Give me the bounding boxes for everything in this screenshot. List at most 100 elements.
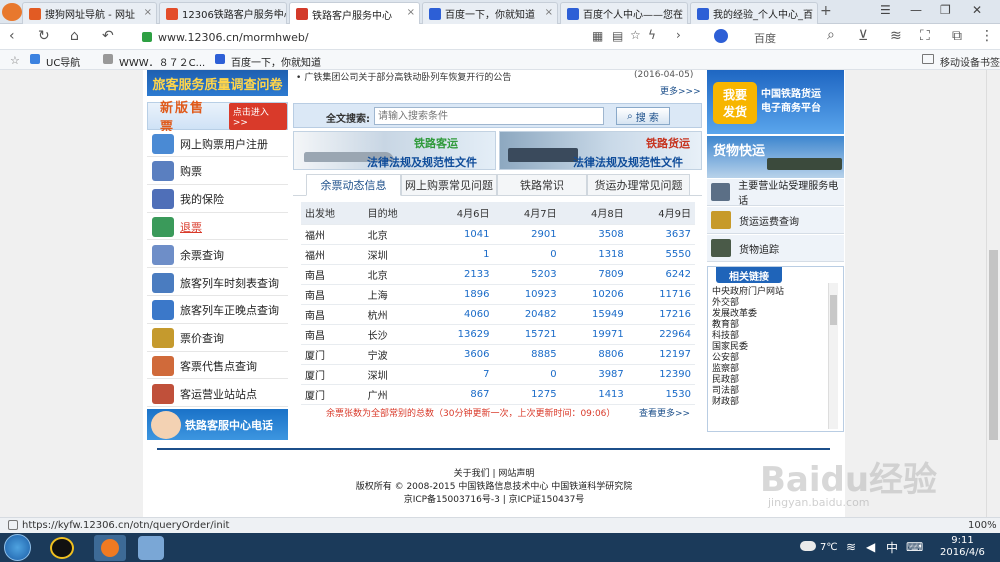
table-cell-count[interactable]: 19971 bbox=[560, 324, 628, 345]
reader-icon[interactable]: ▤ bbox=[612, 29, 623, 43]
survey-banner[interactable]: 旅客服务质量调查问卷 bbox=[147, 70, 288, 96]
table-cell-count[interactable]: 12390 bbox=[627, 364, 695, 385]
customer-service-banner[interactable]: 铁路客服中心电话 bbox=[147, 409, 288, 440]
maximize-icon[interactable]: ❐ bbox=[940, 3, 951, 17]
links-scroll-thumb[interactable] bbox=[830, 295, 837, 325]
left-menu-item[interactable]: 旅客列车时刻表查询 bbox=[147, 270, 288, 296]
table-cell-count[interactable]: 1041 bbox=[426, 224, 494, 245]
left-menu-item[interactable]: 退票 bbox=[147, 214, 288, 241]
table-cell-count[interactable]: 15949 bbox=[560, 304, 628, 325]
bookmark-star-icon[interactable]: ☆ bbox=[10, 54, 20, 67]
related-link[interactable]: 财政部 bbox=[712, 397, 828, 408]
related-link[interactable]: 公安部 bbox=[712, 353, 828, 364]
tab-railway-knowledge[interactable]: 铁路常识 bbox=[497, 174, 587, 196]
footer-links[interactable]: 关于我们 | 网站声明 bbox=[143, 468, 845, 481]
table-cell-count[interactable]: 1896 bbox=[426, 284, 494, 305]
related-link[interactable]: 民政部 bbox=[712, 375, 828, 386]
url-bar[interactable]: www.12306.cn/mormhweb/ bbox=[142, 27, 582, 47]
tab-remaining-tickets[interactable]: 余票动态信息 bbox=[306, 174, 401, 196]
table-cell-count[interactable]: 8806 bbox=[560, 344, 628, 365]
table-cell-count[interactable]: 12197 bbox=[627, 344, 695, 365]
tab-online-faq[interactable]: 网上购票常见问题 bbox=[401, 174, 497, 196]
new-tab-button[interactable]: + bbox=[820, 3, 832, 19]
search-button[interactable]: ⌕ 搜 索 bbox=[616, 107, 670, 125]
links-scrollbar[interactable] bbox=[828, 283, 838, 429]
table-cell-count[interactable]: 5203 bbox=[493, 264, 561, 285]
left-menu-item[interactable]: 票价查询 bbox=[147, 325, 288, 352]
table-cell-count[interactable]: 7 bbox=[426, 364, 494, 385]
new-ticketing-banner[interactable]: 新版售票 点击进入>> bbox=[147, 101, 288, 135]
search-icon[interactable]: ⌕ bbox=[827, 27, 835, 43]
table-cell-count[interactable]: 1413 bbox=[560, 384, 628, 405]
screenshot-icon[interactable]: ⛶ bbox=[920, 28, 930, 44]
qrcode-icon[interactable]: ▦ bbox=[592, 29, 603, 43]
qq-icon[interactable] bbox=[50, 537, 74, 559]
clock[interactable]: 9:11 2016/4/6 bbox=[940, 535, 985, 559]
left-menu-item[interactable]: 旅客列车正晚点查询 bbox=[147, 297, 288, 324]
tab-close-icon[interactable]: × bbox=[545, 7, 553, 18]
table-cell-count[interactable]: 867 bbox=[426, 384, 494, 405]
table-cell-count[interactable]: 7809 bbox=[560, 264, 628, 285]
related-link[interactable]: 科技部 bbox=[712, 331, 828, 342]
uc-browser-task[interactable] bbox=[94, 535, 126, 561]
related-link[interactable]: 监察部 bbox=[712, 364, 828, 375]
zoom-level[interactable]: 100% bbox=[968, 520, 997, 531]
browser-tab[interactable]: 百度个人中心——您在 × bbox=[560, 2, 688, 24]
browser-tab[interactable]: 我的经验_个人中心_百 × bbox=[690, 2, 818, 24]
table-cell-count[interactable]: 10206 bbox=[560, 284, 628, 305]
bookmark-item[interactable]: 百度一下，你就知道 bbox=[231, 54, 321, 69]
right-service-link[interactable]: 货物追踪 bbox=[707, 235, 844, 262]
related-link[interactable]: 国家民委 bbox=[712, 342, 828, 353]
table-cell-count[interactable]: 8885 bbox=[493, 344, 561, 365]
more-icon[interactable]: ⋮ bbox=[980, 28, 994, 44]
left-menu-item[interactable]: 客票代售点查询 bbox=[147, 353, 288, 380]
related-link[interactable]: 教育部 bbox=[712, 320, 828, 331]
table-cell-count[interactable]: 2901 bbox=[493, 224, 561, 245]
network-icon[interactable]: ≋ bbox=[846, 540, 856, 554]
table-cell-count[interactable]: 3637 bbox=[627, 224, 695, 245]
uc-browser-logo[interactable] bbox=[2, 3, 22, 21]
related-link[interactable]: 中央政府门户网站 bbox=[712, 287, 828, 298]
start-button[interactable] bbox=[4, 534, 31, 561]
page-scroll-thumb[interactable] bbox=[989, 250, 998, 440]
view-more-link[interactable]: 查看更多>> bbox=[639, 406, 690, 419]
table-cell-count[interactable]: 5550 bbox=[627, 244, 695, 265]
refresh-icon[interactable]: ↻ bbox=[38, 28, 50, 44]
table-cell-count[interactable]: 6242 bbox=[627, 264, 695, 285]
table-cell-count[interactable]: 22964 bbox=[627, 324, 695, 345]
passenger-law-banner[interactable]: 铁路客运 法律法规及规范性文件 bbox=[293, 131, 496, 170]
table-cell-count[interactable]: 2133 bbox=[426, 264, 494, 285]
tab-freight-faq[interactable]: 货运办理常见问题 bbox=[587, 174, 690, 196]
browser-tab[interactable]: 12306铁路客户服务中心 × bbox=[159, 2, 287, 24]
left-menu-item[interactable]: 网上购票用户注册 bbox=[147, 131, 288, 157]
bookmark-item[interactable]: UC导航 bbox=[46, 54, 80, 69]
table-cell-count[interactable]: 1 bbox=[426, 244, 494, 265]
left-menu-item[interactable]: 购票 bbox=[147, 158, 288, 185]
back-icon[interactable]: ‹ bbox=[9, 28, 15, 44]
table-cell-count[interactable]: 0 bbox=[493, 364, 561, 385]
table-cell-count[interactable]: 10923 bbox=[493, 284, 561, 305]
tab-close-icon[interactable]: × bbox=[407, 7, 415, 18]
table-cell-count[interactable]: 11716 bbox=[627, 284, 695, 305]
lightning-icon[interactable]: ϟ bbox=[648, 28, 656, 42]
table-cell-count[interactable]: 13629 bbox=[426, 324, 494, 345]
left-menu-item[interactable]: 余票查询 bbox=[147, 242, 288, 269]
star-icon[interactable]: ☆ bbox=[630, 28, 641, 42]
browser-tab[interactable]: 铁路客户服务中心 × bbox=[289, 2, 420, 25]
input-method[interactable]: 中 bbox=[886, 539, 898, 556]
left-menu-item[interactable]: 我的保险 bbox=[147, 186, 288, 213]
paint-icon[interactable] bbox=[138, 536, 164, 560]
forward-icon[interactable]: › bbox=[676, 28, 681, 42]
freight-law-banner[interactable]: 铁路货运 法律法规及规范性文件 bbox=[499, 131, 702, 170]
table-cell-count[interactable]: 0 bbox=[493, 244, 561, 265]
tab-close-icon[interactable]: × bbox=[805, 7, 813, 18]
right-service-link[interactable]: 货运运费查询 bbox=[707, 207, 844, 234]
table-cell-count[interactable]: 15721 bbox=[493, 324, 561, 345]
table-cell-count[interactable]: 3508 bbox=[560, 224, 628, 245]
related-link[interactable]: 外交部 bbox=[712, 298, 828, 309]
table-cell-count[interactable]: 1275 bbox=[493, 384, 561, 405]
table-cell-count[interactable]: 3987 bbox=[560, 364, 628, 385]
search-input[interactable] bbox=[374, 107, 604, 125]
right-service-link[interactable]: 主要营业站受理服务电话 bbox=[707, 179, 844, 207]
related-link[interactable]: 发展改革委 bbox=[712, 309, 828, 320]
